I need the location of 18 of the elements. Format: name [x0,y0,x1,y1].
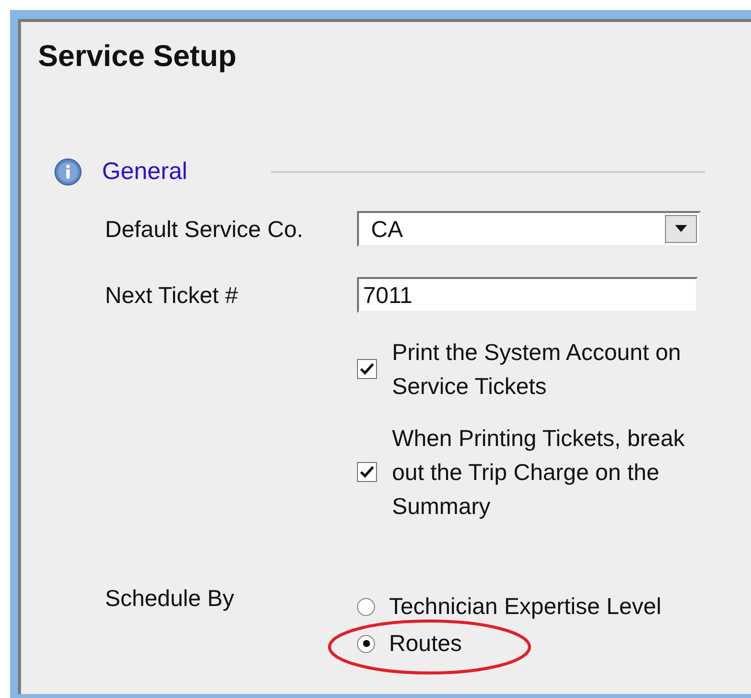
section-title: General [102,158,188,186]
checkbox-label: When Printing Tickets, break out the Trip Charge on the Summary [392,424,686,521]
checkbox-label: Print the System Account on Service Tickets [392,338,682,401]
radio-label: Routes [389,630,462,657]
window-title: Service Setup [38,39,238,75]
schedule-label: Schedule By [105,585,236,612]
info-icon [54,158,82,186]
radio-button[interactable] [357,598,375,616]
caret-icon [675,225,687,233]
checkbox[interactable] [357,462,377,482]
dropdown-button[interactable] [665,215,697,243]
field-label: Next Ticket # [105,282,239,308]
radio-button[interactable] [357,634,375,652]
ticket-number-field[interactable]: 7011 [357,277,698,313]
field-label: Default Service Co. [105,216,304,242]
radio-label: Technician Expertise Level [389,593,662,620]
service-co-dropdown[interactable]: CA [357,211,701,247]
checkbox[interactable] [357,359,377,379]
